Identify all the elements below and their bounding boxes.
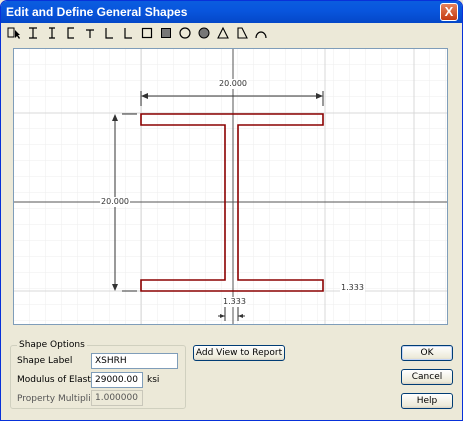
trapezoid-tool-button[interactable] <box>233 25 250 42</box>
close-icon: X <box>444 4 454 19</box>
pipe-tool-button[interactable] <box>176 25 193 42</box>
shape-options-group: Shape Options Shape Label XSHRH Modulus … <box>10 339 186 409</box>
i-beam-icon <box>28 27 37 39</box>
i-beam-tool-button[interactable] <box>24 25 41 42</box>
solid-circle-tool-button[interactable] <box>195 25 212 42</box>
title-bar: Edit and Define General Shapes X <box>1 1 462 23</box>
tee-tool-button[interactable] <box>81 25 98 42</box>
multiplier-caption: Property Multiplier <box>17 394 100 404</box>
tee-icon <box>85 29 94 38</box>
channel-tool-button[interactable] <box>62 25 79 42</box>
arc-icon <box>254 31 267 39</box>
add-view-to-report-button[interactable]: Add View to Report <box>193 345 285 361</box>
left-dimension-label: 20.000 <box>100 197 130 207</box>
cancel-button[interactable]: Cancel <box>401 369 453 385</box>
shape-toolbar <box>3 23 460 43</box>
modulus-input[interactable]: 29000.00 <box>91 372 143 388</box>
double-angle-tool-button[interactable] <box>119 25 136 42</box>
solid-circle-icon <box>198 27 209 39</box>
help-button[interactable]: Help <box>401 393 453 409</box>
box-icon <box>141 27 152 39</box>
window-title: Edit and Define General Shapes <box>6 5 188 19</box>
i-shape-tool-button[interactable] <box>43 25 60 42</box>
triangle-icon <box>216 26 229 39</box>
triangle-tool-button[interactable] <box>214 25 231 42</box>
i-shape-icon <box>48 27 55 39</box>
edit-shapes-dialog: Edit and Define General Shapes X 20.000 … <box>0 0 463 421</box>
shape-options-legend: Shape Options <box>17 339 87 351</box>
ok-button[interactable]: OK <box>401 345 453 361</box>
grid <box>14 49 447 324</box>
double-angle-icon <box>123 28 132 39</box>
trapezoid-icon <box>236 27 248 39</box>
flange-dimension-label: 1.333 <box>340 283 365 293</box>
top-dimension-label: 20.000 <box>218 79 248 89</box>
angle-icon <box>104 28 113 39</box>
select-icon <box>7 27 20 39</box>
close-button[interactable]: X <box>440 3 458 21</box>
shape-drawing <box>14 49 447 324</box>
solid-rect-icon <box>160 28 171 38</box>
shape-drawing-canvas[interactable]: 20.000 20.000 1.333 1.333 <box>13 48 448 325</box>
channel-icon <box>66 27 74 39</box>
multiplier-field: 1.000000 <box>91 390 143 406</box>
angle-tool-button[interactable] <box>100 25 117 42</box>
pipe-icon <box>178 27 191 39</box>
shape-label-caption: Shape Label <box>17 356 73 366</box>
box-tool-button[interactable] <box>138 25 155 42</box>
modulus-unit: ksi <box>147 375 160 385</box>
solid-rect-tool-button[interactable] <box>157 25 174 42</box>
arc-tool-button[interactable] <box>252 25 269 42</box>
web-dimension-label: 1.333 <box>222 297 247 307</box>
shape-label-input[interactable]: XSHRH <box>91 353 178 369</box>
select-tool-button[interactable] <box>5 25 22 42</box>
